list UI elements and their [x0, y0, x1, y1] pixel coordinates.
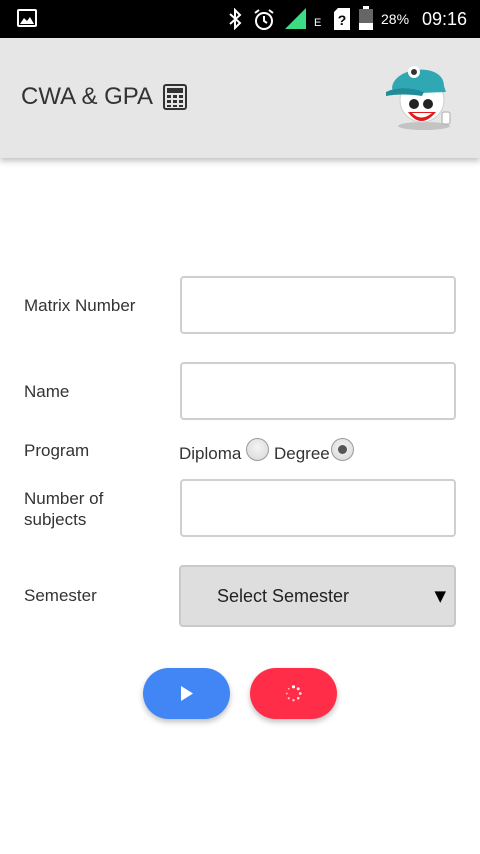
matrix-number-field[interactable] [180, 276, 456, 334]
signal-icon [285, 8, 306, 29]
matrix-number-input[interactable] [182, 278, 454, 332]
reset-button[interactable] [250, 668, 337, 719]
degree-radio[interactable] [331, 438, 354, 461]
diploma-label[interactable]: Diploma [179, 444, 241, 464]
dropdown-arrow-icon: ▼ [434, 587, 446, 605]
app-bar: CWA & GPA [0, 38, 480, 158]
subjects-label: Number of subjects [24, 489, 104, 529]
alarm-icon [254, 9, 274, 30]
network-type: E [314, 17, 322, 29]
run-button[interactable] [143, 668, 230, 719]
matrix-number-label: Matrix Number [24, 296, 136, 315]
mascot-cap-icon[interactable] [384, 56, 460, 132]
diploma-radio[interactable] [246, 438, 269, 461]
gallery-icon [17, 9, 37, 27]
bluetooth-icon [229, 8, 242, 30]
semester-selected-value: Select Semester [217, 586, 350, 606]
svg-text:?: ? [338, 12, 347, 28]
battery-percent: 28% [381, 11, 410, 27]
name-label: Name [24, 382, 70, 401]
play-icon [181, 686, 193, 701]
battery-icon [359, 6, 373, 30]
name-input[interactable] [182, 364, 454, 418]
semester-label: Semester [24, 586, 97, 605]
subjects-field[interactable] [180, 479, 456, 537]
degree-label[interactable]: Degree [274, 444, 330, 464]
status-bar: E ? 28% 09:16 [0, 0, 480, 38]
program-label: Program [24, 441, 90, 460]
subjects-input[interactable] [182, 481, 454, 535]
sim-unknown-icon: ? [334, 8, 350, 30]
app-title: CWA & GPA [21, 83, 154, 110]
calculator-icon [163, 84, 187, 110]
clock: 09:16 [422, 9, 468, 29]
loading-icon [285, 685, 302, 702]
name-field[interactable] [180, 362, 456, 420]
semester-select[interactable]: Select Semester ▼ [179, 565, 456, 627]
